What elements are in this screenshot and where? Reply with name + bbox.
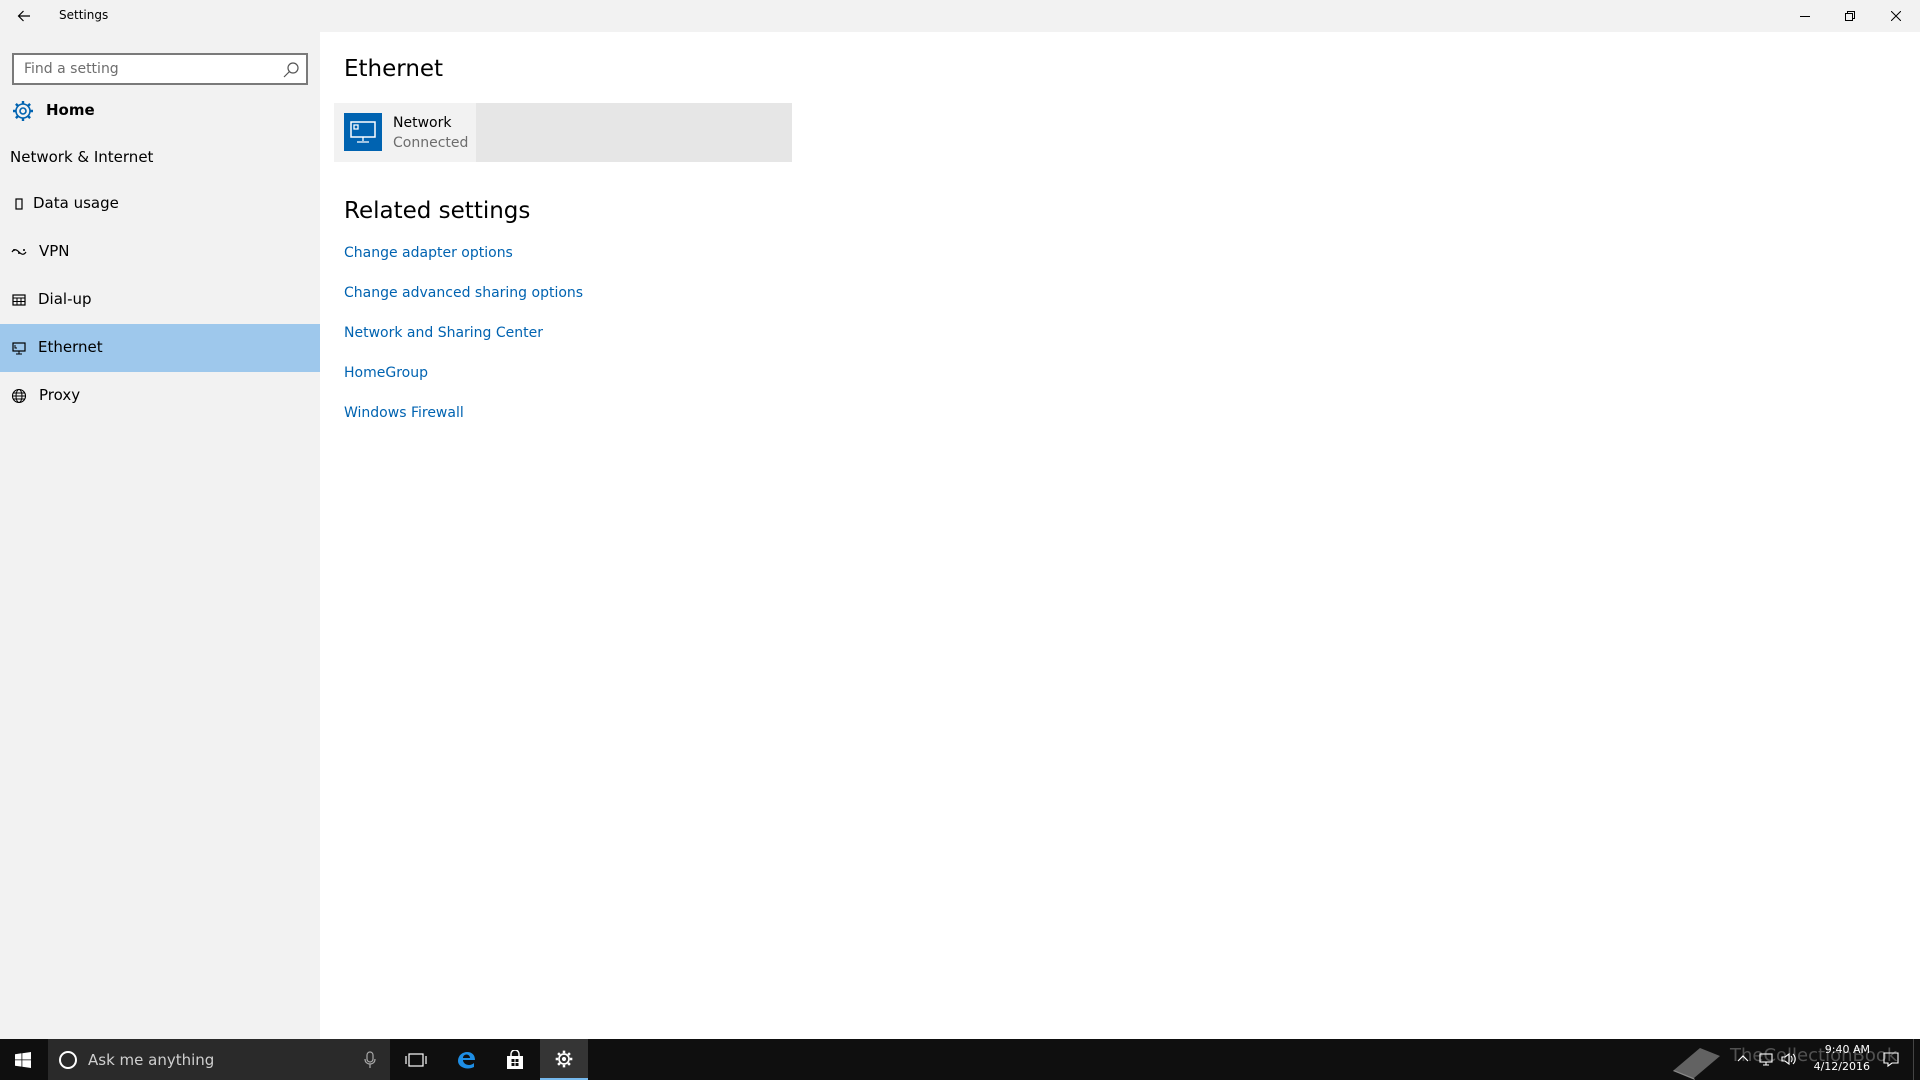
network-tile[interactable]: Network Connected <box>334 103 792 162</box>
windows-firewall-link[interactable]: Windows Firewall <box>344 405 464 421</box>
edge-browser-button[interactable] <box>442 1039 490 1080</box>
title-bar: Settings <box>0 0 1920 32</box>
main-content: Ethernet Network Connected Related setti… <box>320 32 1920 1039</box>
sidebar: Home Network & Internet Data usage VPN D… <box>0 32 320 1039</box>
store-icon <box>507 1049 523 1069</box>
home-nav-item[interactable]: Home <box>0 92 320 128</box>
monitor-icon <box>350 121 376 143</box>
network-name: Network <box>393 115 452 131</box>
edge-icon <box>458 1051 475 1068</box>
related-settings-heading: Related settings <box>344 198 531 224</box>
window-title: Settings <box>59 8 109 22</box>
network-tray-icon[interactable] <box>1758 1050 1776 1068</box>
windows-logo-icon <box>15 1051 31 1068</box>
change-advanced-sharing-link[interactable]: Change advanced sharing options <box>344 285 583 301</box>
gear-icon <box>13 101 33 121</box>
store-button[interactable] <box>491 1039 539 1080</box>
sidebar-item-dial-up[interactable]: Dial-up <box>0 276 320 324</box>
restore-button[interactable] <box>1827 0 1873 32</box>
taskbar: Ask me anything <box>0 1039 1920 1080</box>
sidebar-item-label: Data usage <box>33 194 119 212</box>
clock-time: 9:40 AM <box>1824 1043 1870 1056</box>
chevron-up-icon[interactable] <box>1734 1050 1752 1068</box>
minimize-button[interactable] <box>1782 0 1828 32</box>
section-header: Network & Internet <box>10 148 154 166</box>
sidebar-item-label: Ethernet <box>38 338 103 356</box>
ethernet-icon <box>12 342 26 355</box>
cortana-search-box[interactable]: Ask me anything <box>48 1039 390 1080</box>
book-logo-icon <box>1673 1048 1720 1080</box>
sidebar-item-proxy[interactable]: Proxy <box>0 372 320 420</box>
data-usage-icon <box>15 198 23 210</box>
clock-date: 4/12/2016 <box>1813 1060 1870 1073</box>
change-adapter-options-link[interactable]: Change adapter options <box>344 245 513 261</box>
close-button[interactable] <box>1873 0 1919 32</box>
sidebar-item-label: Dial-up <box>38 290 92 308</box>
restore-icon <box>1845 11 1855 21</box>
sidebar-item-data-usage[interactable]: Data usage <box>0 180 320 228</box>
find-setting-search[interactable] <box>12 53 308 85</box>
home-label: Home <box>46 101 95 119</box>
vpn-icon <box>11 249 27 255</box>
network-icon-box <box>344 113 382 151</box>
sidebar-item-label: VPN <box>39 242 70 260</box>
globe-icon <box>11 388 27 404</box>
sidebar-item-label: Proxy <box>39 386 81 404</box>
sidebar-item-vpn[interactable]: VPN <box>0 228 320 276</box>
search-icon[interactable] <box>282 61 300 79</box>
close-icon <box>1891 11 1901 21</box>
tray-clock[interactable]: 9:40 AM 4/12/2016 <box>1790 1041 1870 1075</box>
start-button[interactable] <box>0 1039 46 1080</box>
microphone-icon[interactable] <box>362 1051 378 1069</box>
settings-taskbar-button[interactable] <box>540 1039 588 1080</box>
task-view-button[interactable] <box>392 1039 440 1080</box>
gear-icon <box>555 1050 573 1067</box>
minimize-icon <box>1800 16 1810 17</box>
dial-up-icon <box>12 294 26 306</box>
sidebar-item-ethernet[interactable]: Ethernet <box>0 324 320 372</box>
back-arrow-icon <box>17 10 30 22</box>
cortana-icon <box>59 1051 77 1069</box>
cortana-search-placeholder: Ask me anything <box>88 1051 215 1069</box>
network-status: Connected <box>393 135 469 151</box>
search-input[interactable] <box>14 55 274 83</box>
network-sharing-center-link[interactable]: Network and Sharing Center <box>344 325 543 341</box>
action-center-icon[interactable] <box>1882 1050 1900 1068</box>
homegroup-link[interactable]: HomeGroup <box>344 365 428 381</box>
task-view-icon <box>405 1052 427 1067</box>
page-title: Ethernet <box>344 56 444 82</box>
back-button[interactable] <box>8 2 40 30</box>
show-desktop-button[interactable] <box>1913 1039 1920 1080</box>
